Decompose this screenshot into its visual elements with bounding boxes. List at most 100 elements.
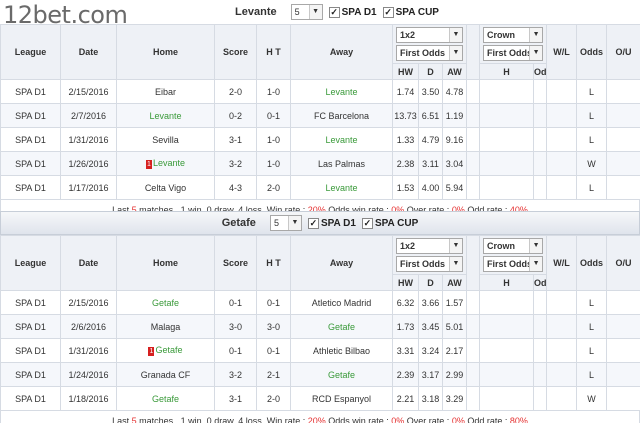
cell-score[interactable]: 3-2 — [214, 362, 257, 387]
cell-home[interactable]: 1 Getafe — [116, 338, 215, 363]
table-row[interactable]: SPA D1 1/18/2016 Getafe 3-1 2-0 RCD Espa… — [0, 386, 640, 411]
cell-d: 6.51 — [418, 103, 443, 128]
odds-type-cell: 1x2 ▼ First Odds ▼ — [391, 235, 468, 275]
match-count-select[interactable]: 5 ▼ — [290, 4, 323, 20]
cell-home[interactable]: Eibar — [116, 79, 215, 104]
company-stage-select[interactable]: First Odds ▼ — [483, 256, 544, 272]
cell-away[interactable]: Levante — [290, 175, 393, 200]
team-history-panel-2: Getafe 5 ▼ ✓ SPA D1 ✓ SPA CUP League Date H… — [0, 211, 640, 423]
cell-ht: 1-0 — [256, 151, 291, 176]
cell-home[interactable]: Getafe — [116, 290, 215, 315]
cell-date: 1/31/2016 — [60, 127, 117, 152]
cell-away[interactable]: FC Barcelona — [290, 103, 393, 128]
away-team-name: Atletico Madrid — [311, 297, 372, 308]
cell-home[interactable]: Sevilla — [116, 127, 215, 152]
cell-score[interactable]: 3-0 — [214, 314, 257, 339]
table-row[interactable]: SPA D1 1/26/2016 1 Levante 3-2 1-0 Las Pa… — [0, 151, 640, 176]
cell-home[interactable]: Malaga — [116, 314, 215, 339]
cell-spacer — [466, 127, 481, 152]
home-team-name: Levante — [149, 110, 182, 121]
company-select[interactable]: Crown ▼ — [483, 238, 544, 254]
match-count-value: 5 — [273, 218, 279, 228]
odds-type-cell: 1x2 ▼ First Odds ▼ — [391, 24, 468, 64]
table-row[interactable]: SPA D1 1/31/2016 1 Getafe 0-1 0-1 Athleti… — [0, 338, 640, 363]
cell-score[interactable]: 0-2 — [214, 103, 257, 128]
cell-score[interactable]: 3-1 — [214, 127, 257, 152]
cell-score[interactable]: 3-2 — [214, 151, 257, 176]
cell-league[interactable]: SPA D1 — [0, 103, 61, 128]
cell-away[interactable]: Getafe — [290, 314, 393, 339]
cell-score[interactable]: 2-0 — [214, 79, 257, 104]
cell-league[interactable]: SPA D1 — [0, 290, 61, 315]
company-stage-value: First Odds — [487, 259, 533, 269]
company-stage-value: First Odds — [487, 48, 533, 58]
table-row[interactable]: SPA D1 1/17/2016 Celta Vigo 4-3 2-0 Leva… — [0, 175, 640, 200]
cell-ht: 0-1 — [256, 338, 291, 363]
cell-away[interactable]: Levante — [290, 127, 393, 152]
cell-a — [546, 362, 578, 387]
away-team-name: RCD Espanyol — [311, 393, 372, 404]
cell-odds-result — [606, 175, 640, 200]
cell-league[interactable]: SPA D1 — [0, 151, 61, 176]
chevron-down-icon: ▼ — [449, 28, 463, 42]
filter-checkbox-cup[interactable]: ✓ SPA CUP — [382, 6, 439, 18]
company-select[interactable]: Crown ▼ — [483, 27, 544, 43]
cell-away[interactable]: Athletic Bilbao — [290, 338, 393, 363]
table-row[interactable]: SPA D1 2/15/2016 Eibar 2-0 1-0 Levante 1… — [0, 79, 640, 104]
cell-odds — [533, 79, 548, 104]
table-row[interactable]: SPA D1 2/15/2016 Getafe 0-1 0-1 Atletico… — [0, 290, 640, 315]
cell-away[interactable]: Atletico Madrid — [290, 290, 393, 315]
cell-league[interactable]: SPA D1 — [0, 338, 61, 363]
filter-checkbox-cup[interactable]: ✓ SPA CUP — [361, 217, 418, 229]
cell-a — [546, 103, 578, 128]
table-row[interactable]: SPA D1 2/6/2016 Malaga 3-0 3-0 Getafe 1.… — [0, 314, 640, 339]
cell-aw: 3.29 — [441, 386, 468, 411]
cell-home[interactable]: Levante — [116, 103, 215, 128]
cell-odds-result — [606, 338, 640, 363]
filter-label-cup: SPA CUP — [395, 6, 439, 18]
cell-score[interactable]: 4-3 — [214, 175, 257, 200]
table-row[interactable]: SPA D1 1/24/2016 Granada CF 3-2 2-1 Geta… — [0, 362, 640, 387]
chevron-down-icon: ▼ — [449, 239, 463, 253]
cell-date: 2/15/2016 — [60, 290, 117, 315]
team-name: Getafe — [221, 217, 256, 229]
odds-stage-select[interactable]: First Odds ▼ — [396, 45, 464, 61]
cell-wl: L — [576, 338, 608, 363]
company-stage-select[interactable]: First Odds ▼ — [483, 45, 544, 61]
filter-checkbox-league[interactable]: ✓ SPA D1 — [328, 6, 377, 18]
cell-league[interactable]: SPA D1 — [0, 314, 61, 339]
cell-away[interactable]: Levante — [290, 79, 393, 104]
cell-away[interactable]: Getafe — [290, 362, 393, 387]
cell-league[interactable]: SPA D1 — [0, 127, 61, 152]
cell-home[interactable]: 1 Levante — [116, 151, 215, 176]
cell-away[interactable]: RCD Espanyol — [290, 386, 393, 411]
cell-league[interactable]: SPA D1 — [0, 175, 61, 200]
table-row[interactable]: SPA D1 1/31/2016 Sevilla 3-1 1-0 Levante… — [0, 127, 640, 152]
cell-home[interactable]: Celta Vigo — [116, 175, 215, 200]
filter-checkbox-league[interactable]: ✓ SPA D1 — [307, 217, 356, 229]
cell-hw: 3.31 — [392, 338, 419, 363]
summary-text: Odd rate : — [464, 416, 510, 423]
filter-label-league: SPA D1 — [320, 217, 356, 229]
odds-type-select[interactable]: 1x2 ▼ — [396, 27, 464, 43]
company-value: Crown — [487, 241, 516, 251]
cell-away[interactable]: Las Palmas — [290, 151, 393, 176]
cell-score[interactable]: 0-1 — [214, 338, 257, 363]
cell-home[interactable]: Granada CF — [116, 362, 215, 387]
cell-h — [479, 386, 535, 411]
cell-league[interactable]: SPA D1 — [0, 79, 61, 104]
cell-score[interactable]: 0-1 — [214, 290, 257, 315]
cell-league[interactable]: SPA D1 — [0, 362, 61, 387]
table-row[interactable]: SPA D1 2/7/2016 Levante 0-2 0-1 FC Barce… — [0, 103, 640, 128]
cell-home[interactable]: Getafe — [116, 386, 215, 411]
cell-score[interactable]: 3-1 — [214, 386, 257, 411]
cell-league[interactable]: SPA D1 — [0, 386, 61, 411]
odds-type-select[interactable]: 1x2 ▼ — [396, 238, 464, 254]
cell-h — [479, 290, 535, 315]
cell-ht: 0-1 — [256, 103, 291, 128]
odds-stage-select[interactable]: First Odds ▼ — [396, 256, 464, 272]
match-count-select[interactable]: 5 ▼ — [269, 215, 302, 231]
team-name: Levante — [235, 6, 277, 18]
cell-date: 1/26/2016 — [60, 151, 117, 176]
cell-wl: L — [576, 362, 608, 387]
